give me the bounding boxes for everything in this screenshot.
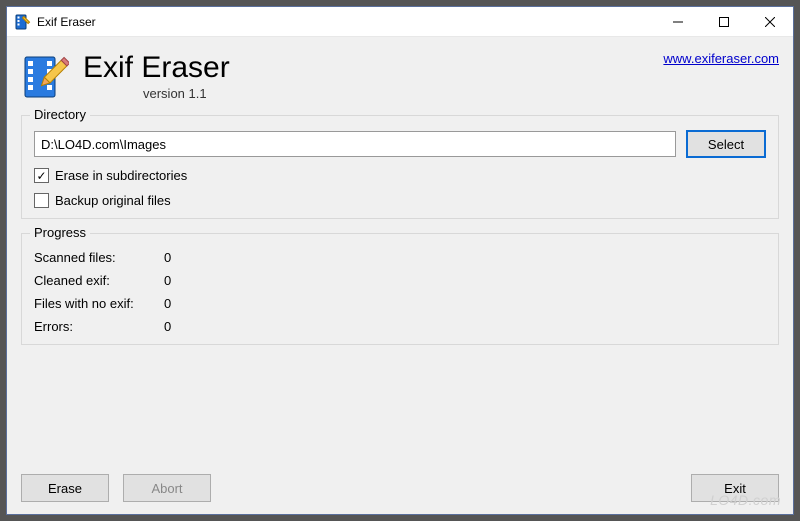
footer: Erase Abort Exit: [21, 462, 779, 502]
progress-group-label: Progress: [30, 225, 90, 240]
app-icon-large: [21, 53, 69, 101]
backup-checkbox[interactable]: [34, 193, 49, 208]
app-window: Exif Eraser: [6, 6, 794, 515]
window-title: Exif Eraser: [37, 15, 655, 29]
progress-row-label: Scanned files:: [34, 250, 164, 265]
progress-row-value: 0: [164, 319, 204, 334]
backup-label: Backup original files: [55, 193, 171, 208]
progress-row-value: 0: [164, 273, 204, 288]
progress-row-label: Errors:: [34, 319, 164, 334]
erase-subdirs-checkbox[interactable]: ✓: [34, 168, 49, 183]
window-controls: [655, 7, 793, 36]
directory-group-label: Directory: [30, 107, 90, 122]
client-area: Exif Eraser version 1.1 www.exiferaser.c…: [7, 37, 793, 514]
footer-spacer: [225, 474, 677, 502]
minimize-button[interactable]: [655, 7, 701, 36]
titlebar: Exif Eraser: [7, 7, 793, 37]
erase-subdirs-label: Erase in subdirectories: [55, 168, 187, 183]
app-title-block: Exif Eraser version 1.1: [83, 49, 663, 101]
exit-button[interactable]: Exit: [691, 474, 779, 502]
app-icon-small: [15, 14, 31, 30]
directory-input[interactable]: [34, 131, 676, 157]
app-version: version 1.1: [143, 86, 663, 101]
site-link[interactable]: www.exiferaser.com: [663, 51, 779, 66]
header: Exif Eraser version 1.1 www.exiferaser.c…: [21, 49, 779, 101]
progress-group: Progress Scanned files: 0 Cleaned exif: …: [21, 233, 779, 345]
progress-row-label: Cleaned exif:: [34, 273, 164, 288]
abort-button[interactable]: Abort: [123, 474, 211, 502]
directory-group: Directory Select ✓ Erase in subdirectori…: [21, 115, 779, 219]
app-title: Exif Eraser: [83, 51, 663, 84]
erase-button[interactable]: Erase: [21, 474, 109, 502]
select-button[interactable]: Select: [686, 130, 766, 158]
progress-row-value: 0: [164, 250, 204, 265]
progress-row-value: 0: [164, 296, 204, 311]
progress-row-label: Files with no exif:: [34, 296, 164, 311]
close-button[interactable]: [747, 7, 793, 36]
maximize-button[interactable]: [701, 7, 747, 36]
